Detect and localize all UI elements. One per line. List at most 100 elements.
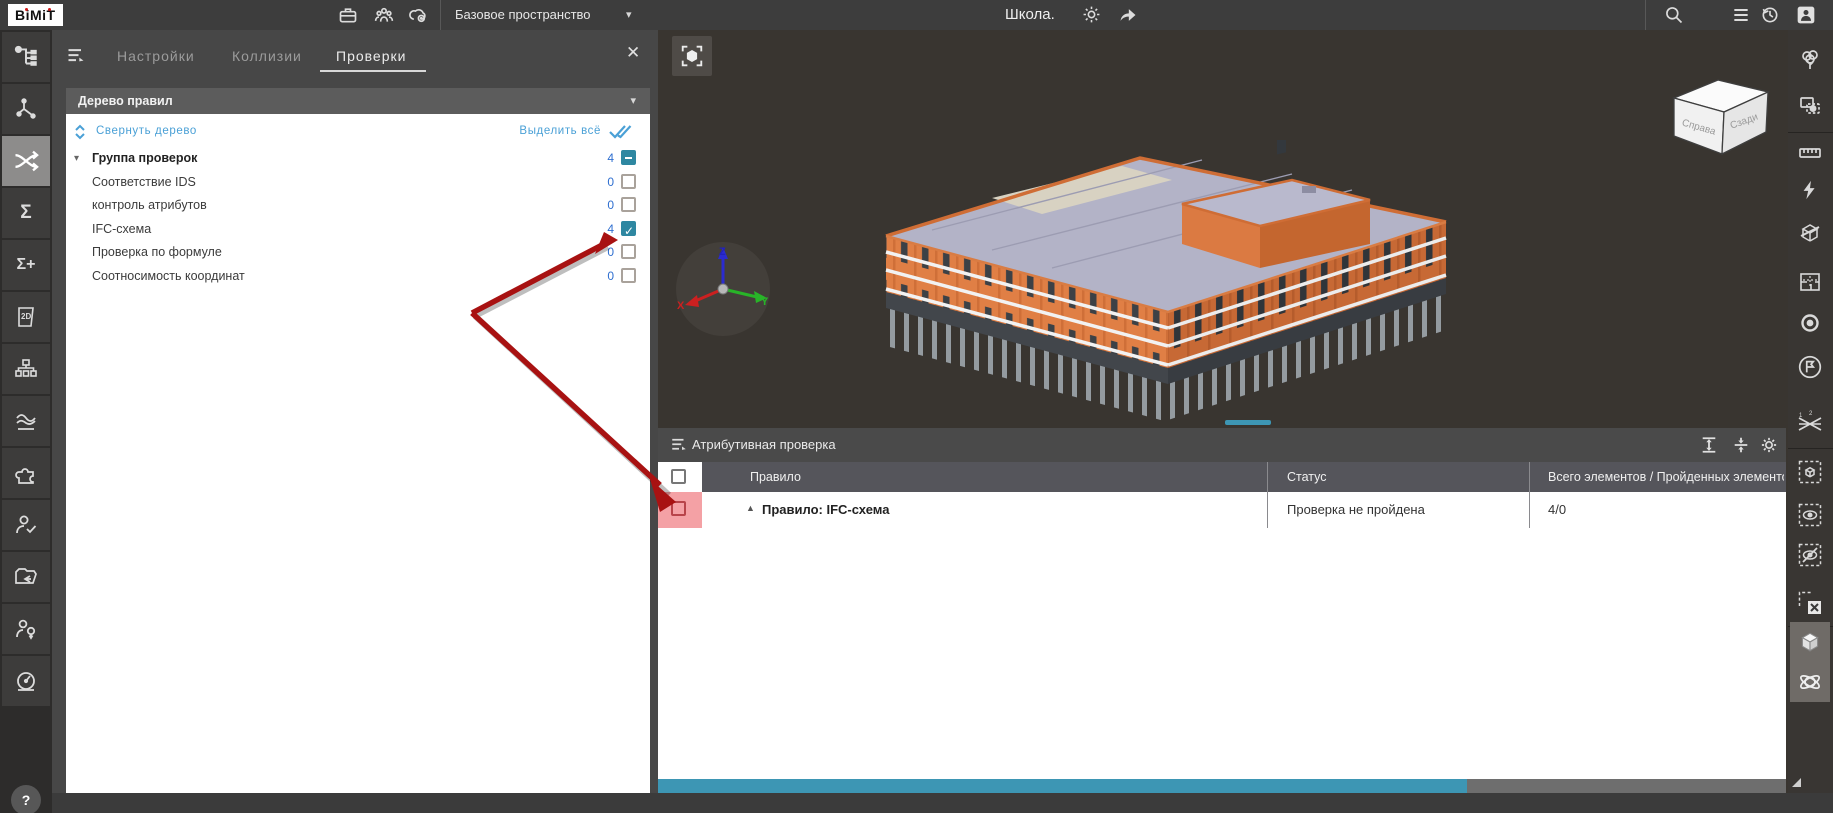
select-all-checkbox[interactable]: [671, 469, 686, 484]
flag-icon[interactable]: [1790, 347, 1830, 387]
panel-menu-icon[interactable]: [670, 436, 688, 454]
tree-icon[interactable]: [1790, 40, 1830, 80]
sum-add-icon[interactable]: Σ+: [2, 240, 50, 290]
selection-set-icon[interactable]: [1790, 86, 1830, 126]
collapse-rows-icon[interactable]: [1732, 436, 1750, 454]
tree-row-ifc[interactable]: IFC-схема 4: [66, 218, 650, 243]
tab-checks[interactable]: Проверки: [336, 48, 406, 64]
tree-row-label: Проверка по формуле: [92, 245, 222, 259]
account-icon[interactable]: [1796, 5, 1816, 25]
totals-cell: 4/0: [1548, 502, 1567, 517]
floorplan-icon[interactable]: [1790, 262, 1830, 302]
table-row-ifc-rule[interactable]: ▲ Правило: IFC-схема Проверка не пройден…: [658, 492, 1786, 529]
tree-row[interactable]: Проверка по формуле 0: [66, 241, 650, 264]
axis-gizmo[interactable]: Z Y X: [675, 241, 771, 337]
tree-row-checkbox[interactable]: [621, 150, 636, 165]
topbar-divider: [1645, 0, 1646, 30]
intersect-icon[interactable]: 1 2: [1790, 403, 1830, 443]
search-icon[interactable]: [1664, 5, 1684, 25]
logo-dot: [25, 8, 28, 11]
tree-row-checkbox[interactable]: [621, 244, 636, 259]
briefcase-icon[interactable]: [338, 5, 358, 25]
navigation-cube[interactable]: Справа Сзади: [1666, 68, 1776, 160]
tree-row-checkbox[interactable]: [621, 197, 636, 212]
model-tree-icon[interactable]: [2, 32, 50, 82]
close-icon[interactable]: ✕: [626, 44, 640, 61]
graphs-icon[interactable]: [2, 396, 50, 446]
hide-icon[interactable]: [1790, 535, 1830, 575]
orbit-icon[interactable]: [1790, 662, 1830, 702]
history-icon[interactable]: [1760, 5, 1780, 25]
column-header-totals[interactable]: Всего элементов / Пройденных элементов: [1548, 470, 1784, 484]
collapse-row-icon[interactable]: ▲: [746, 503, 755, 513]
gauge-icon[interactable]: [2, 656, 50, 706]
app-logo[interactable]: BiMiT: [8, 4, 63, 26]
workspace-selector-label[interactable]: Базовое пространство: [455, 7, 591, 22]
column-header-rule[interactable]: Правило: [750, 470, 801, 484]
flash-icon[interactable]: [1790, 170, 1830, 210]
select-all-check-icon[interactable]: [608, 123, 634, 141]
panel-resize-handle[interactable]: [1792, 778, 1801, 787]
collapse-tree-icon[interactable]: [74, 124, 86, 140]
share-icon[interactable]: [1118, 5, 1138, 25]
help-glyph: ?: [21, 792, 31, 808]
table-settings-gear-icon[interactable]: [1760, 436, 1778, 454]
fit-view-button[interactable]: [672, 36, 712, 76]
tree-row-checkbox[interactable]: [621, 267, 636, 283]
tree-row-count: 0: [607, 174, 614, 189]
scrollbar-thumb[interactable]: [658, 779, 1467, 793]
panel-menu-icon[interactable]: [66, 46, 86, 66]
axis-z-label: Z: [719, 246, 726, 258]
tree-row[interactable]: контроль атрибутов 0: [66, 194, 650, 217]
select-all-link[interactable]: Выделить всё: [461, 125, 601, 137]
doc-2d-icon[interactable]: 2D: [2, 292, 50, 342]
user-check-icon[interactable]: [2, 500, 50, 550]
checks-panel: Настройки Коллизии Проверки ✕ Дерево пра…: [52, 30, 658, 793]
tab-collisions[interactable]: Коллизии: [232, 48, 302, 64]
tree-row[interactable]: Соотносимость координат 0: [66, 265, 650, 288]
tree-row-count: 4: [607, 151, 614, 165]
tree-row-checkbox[interactable]: [621, 173, 636, 189]
table-header-row: Правило Статус Всего элементов / Пройден…: [658, 462, 1786, 492]
settings-gear-icon[interactable]: [1082, 5, 1102, 25]
folder-transfer-icon[interactable]: [2, 552, 50, 602]
isolate-icon[interactable]: [1790, 452, 1830, 492]
collapse-triangle-icon[interactable]: ▾: [74, 147, 79, 170]
clear-selection-icon[interactable]: [1790, 583, 1830, 623]
panel-drag-handle[interactable]: [1225, 420, 1271, 425]
section-cube-icon[interactable]: [1790, 213, 1830, 253]
cloud-status-icon[interactable]: [408, 5, 428, 25]
ruler-icon[interactable]: [1790, 133, 1830, 173]
view-cube-icon[interactable]: [1790, 622, 1830, 662]
tree-row[interactable]: Соответствие IDS 0: [66, 171, 650, 194]
rules-tree-body: Свернуть дерево Выделить всё ▾ Группа пр…: [66, 114, 650, 793]
show-icon[interactable]: [1790, 495, 1830, 535]
expand-rows-icon[interactable]: [1700, 436, 1718, 454]
sum-icon[interactable]: Σ: [2, 188, 50, 238]
connections-icon[interactable]: [2, 84, 50, 134]
list-icon[interactable]: [1731, 5, 1751, 25]
row-checkbox[interactable]: [671, 501, 686, 516]
rules-tree-header[interactable]: Дерево правил ▾: [66, 88, 650, 114]
tab-settings[interactable]: Настройки: [117, 48, 195, 64]
tree-row-checkbox[interactable]: [621, 220, 636, 243]
horizontal-scrollbar[interactable]: [658, 779, 1786, 793]
attribute-check-panel: Атрибутивная проверка Правило Статус Все…: [658, 428, 1786, 793]
building-model[interactable]: [872, 140, 1472, 440]
chevron-down-icon[interactable]: ▾: [626, 8, 632, 21]
status-cell: Проверка не пройдена: [1287, 502, 1425, 517]
tree-row-group[interactable]: ▾ Группа проверок 4: [66, 147, 650, 170]
plugin-icon[interactable]: [2, 448, 50, 498]
project-title: Школа.: [1005, 6, 1055, 23]
clash-check-icon[interactable]: [2, 136, 50, 186]
select-all-cell: [658, 462, 702, 492]
user-location-icon[interactable]: [2, 604, 50, 654]
hierarchy-icon[interactable]: [2, 344, 50, 394]
left-toolbar: Σ Σ+ 2D ?: [0, 30, 52, 813]
topbar-divider: [440, 0, 441, 30]
help-button[interactable]: ?: [11, 785, 41, 813]
focus-icon[interactable]: [1790, 303, 1830, 343]
team-icon[interactable]: [374, 5, 394, 25]
column-header-status[interactable]: Статус: [1287, 470, 1327, 484]
collapse-tree-link[interactable]: Свернуть дерево: [96, 125, 197, 137]
